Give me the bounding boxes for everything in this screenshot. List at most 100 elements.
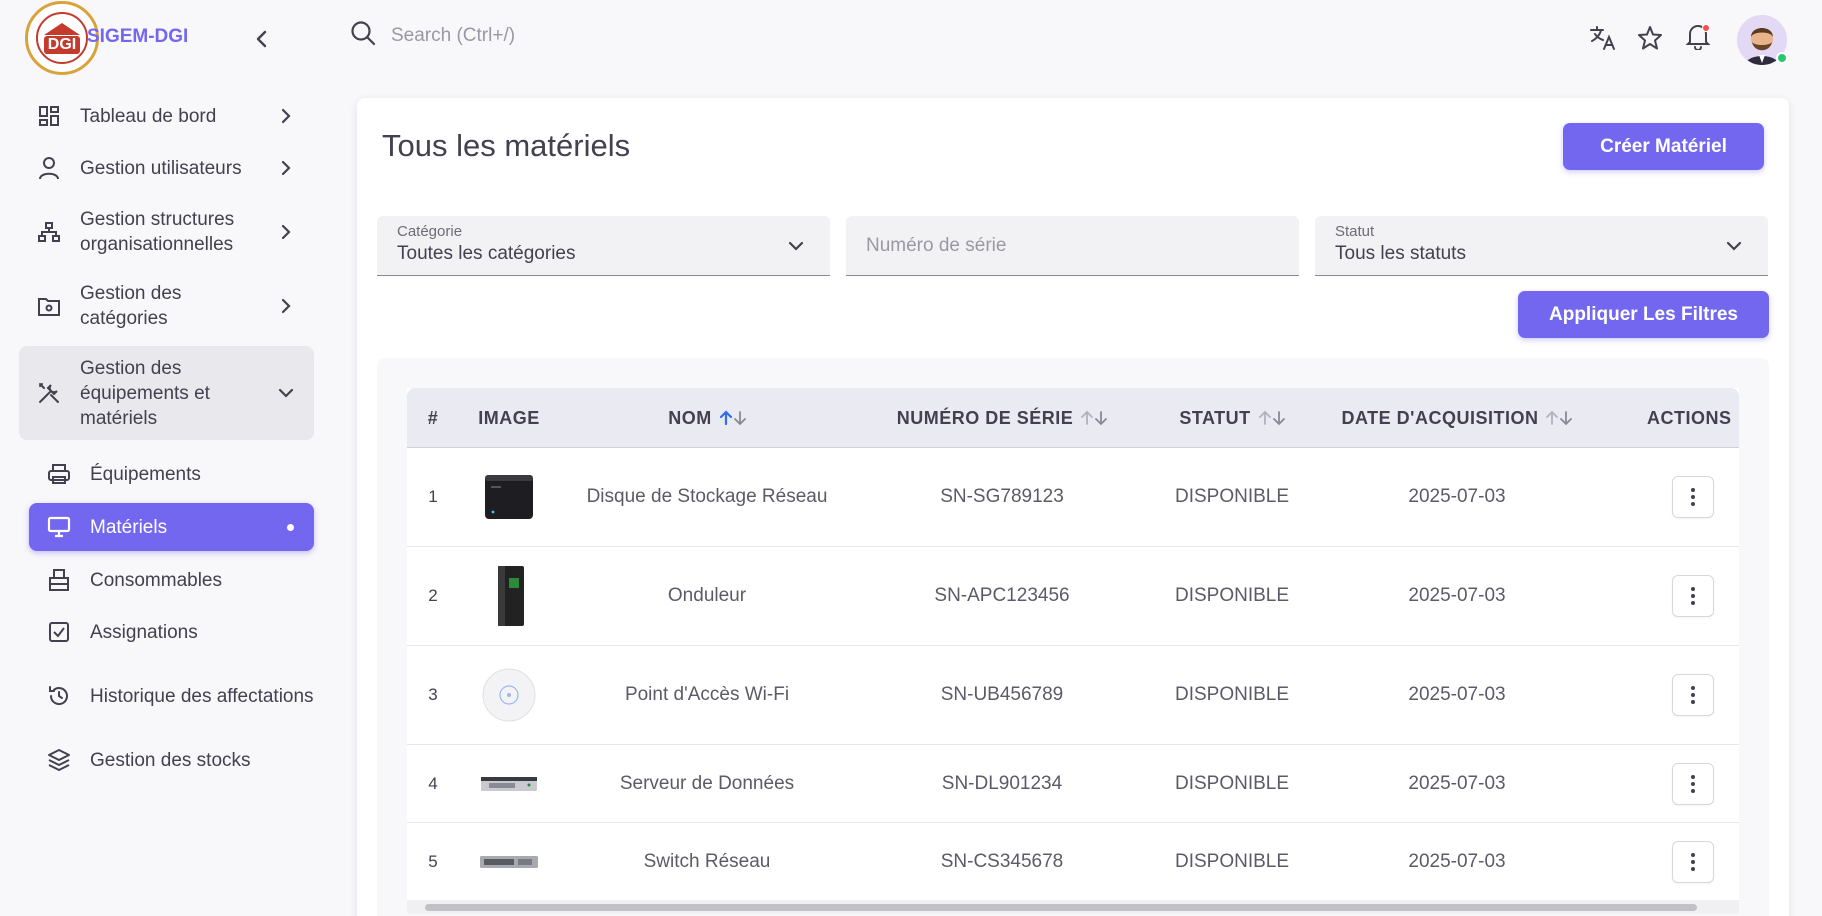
sidebar-item-label: Gestion des équipements et matériels — [80, 357, 210, 429]
acquisition-date: 2025-07-03 — [1408, 585, 1506, 606]
sort-asc-icon[interactable] — [1081, 410, 1094, 426]
more-vertical-icon — [1691, 587, 1695, 605]
status-text: DISPONIBLE — [1174, 684, 1290, 705]
sidebar-item-label: Gestion structures organisationnelles — [80, 209, 235, 255]
status-text: DISPONIBLE — [1174, 850, 1290, 872]
more-vertical-icon — [1691, 774, 1695, 793]
sort-controls[interactable] — [1258, 410, 1285, 426]
sidebar-item-equipment-materials[interactable]: Gestion des équipements et matériels — [19, 346, 314, 440]
scrollbar-thumb[interactable] — [425, 904, 1697, 911]
collapse-sidebar-button[interactable] — [251, 28, 273, 50]
bell-icon[interactable] — [1684, 22, 1712, 50]
serial-number-input[interactable]: Numéro de série — [846, 216, 1299, 276]
online-status-indicator — [1776, 52, 1788, 64]
page-title: Tous les matériels — [382, 128, 631, 163]
switch-image — [469, 823, 549, 900]
sidebar-subitem-label: Assignations — [90, 621, 198, 643]
serial-number-placeholder: Numéro de série — [866, 235, 1007, 256]
translate-icon[interactable] — [1589, 24, 1617, 52]
row-index: 5 — [428, 851, 438, 871]
horizontal-scrollbar[interactable] — [407, 900, 1739, 914]
material-name: Onduleur — [667, 585, 747, 606]
sidebar-subitem-historique[interactable]: Historique des affectations — [29, 669, 314, 723]
actions-cell — [1647, 547, 1739, 645]
sort-desc-icon[interactable] — [733, 410, 746, 426]
sort-desc-icon[interactable] — [1272, 410, 1285, 426]
more-vertical-icon — [1691, 686, 1695, 704]
sort-asc-icon[interactable] — [719, 410, 732, 426]
acquisition-date: 2025-07-03 — [1408, 486, 1506, 507]
row-actions-button[interactable] — [1672, 674, 1714, 716]
sort-controls[interactable] — [719, 410, 746, 426]
chevron-right-icon — [274, 156, 298, 180]
ups-image — [469, 547, 549, 645]
actions-cell — [1647, 448, 1739, 546]
sidebar-subitem-assignations[interactable]: Assignations — [29, 612, 314, 652]
access-point-image — [469, 646, 549, 744]
table-row: 3 Point d'Accès Wi-Fi SN-UB456789 DISPON… — [407, 646, 1739, 745]
sidebar-subitem-label: Matériels — [90, 516, 168, 538]
row-actions-button[interactable] — [1672, 476, 1714, 518]
sidebar-item-categories[interactable]: Gestion des catégories — [19, 279, 314, 333]
row-index: 1 — [428, 487, 438, 506]
status-select[interactable]: Statut Tous les statuts — [1315, 216, 1768, 276]
sidebar-item-label: Tableau de bord — [80, 105, 217, 127]
sidebar-item-dashboard[interactable]: Tableau de bord — [19, 96, 314, 136]
column-header-label: ACTIONS — [1647, 407, 1732, 428]
category-select-value: Toutes les catégories — [397, 243, 576, 264]
sort-controls[interactable] — [1546, 410, 1573, 426]
chevron-down-icon — [784, 234, 808, 258]
column-header-acquisition-date[interactable]: DATE D'ACQUISITION — [1327, 388, 1587, 448]
active-dot-icon — [287, 523, 294, 531]
more-vertical-icon — [1691, 488, 1695, 506]
sidebar-subitem-stocks[interactable]: Gestion des stocks — [29, 740, 314, 780]
sort-asc-icon[interactable] — [1546, 410, 1559, 426]
monitor-icon — [46, 514, 72, 540]
sort-asc-icon[interactable] — [1258, 410, 1271, 426]
dashboard-icon — [36, 103, 62, 129]
chevron-right-icon — [274, 104, 298, 128]
material-name: Disque de Stockage Réseau — [586, 486, 828, 507]
sidebar-item-org-structures[interactable]: Gestion structures organisationnelles — [19, 205, 314, 259]
sort-desc-icon[interactable] — [1560, 410, 1573, 426]
create-material-button[interactable]: Créer Matériel — [1563, 123, 1764, 170]
sidebar-subitem-consommables[interactable]: Consommables — [29, 560, 314, 600]
materials-table: # IMAGE NOM NUMÉRO DE SÉRIE STATUT DATE … — [407, 388, 1739, 908]
row-actions-button[interactable] — [1672, 575, 1714, 617]
column-header-serial[interactable]: NUMÉRO DE SÉRIE — [867, 388, 1137, 448]
server-image — [469, 745, 549, 822]
sort-controls[interactable] — [1081, 410, 1108, 426]
column-header-name[interactable]: NOM — [557, 388, 857, 448]
table-row: 2 Onduleur SN-APC123456 DISPONIBLE 2025-… — [407, 547, 1739, 646]
search-icon — [350, 20, 376, 51]
column-header-status[interactable]: STATUT — [1147, 388, 1317, 448]
sidebar-subitem-label: Historique des affectations — [90, 685, 314, 707]
sort-desc-icon[interactable] — [1095, 410, 1108, 426]
column-header-label: STATUT — [1179, 407, 1251, 428]
brand-name[interactable]: SIGEM-DGI — [87, 26, 188, 48]
logo-text: DGI — [43, 35, 81, 54]
search-bar[interactable]: Search (Ctrl+/) — [350, 20, 515, 51]
sidebar: DGI SIGEM-DGI Tableau de bord Gestion ut… — [0, 0, 328, 916]
apply-filters-button[interactable]: Appliquer Les Filtres — [1518, 291, 1769, 338]
column-header-label: NUMÉRO DE SÉRIE — [896, 407, 1074, 428]
column-header-index: # — [407, 388, 459, 448]
material-name: Point d'Accès Wi-Fi — [624, 684, 790, 705]
row-actions-button[interactable] — [1672, 840, 1714, 883]
sidebar-subitem-equipements[interactable]: Équipements — [29, 454, 314, 494]
star-icon[interactable] — [1636, 24, 1664, 52]
sidebar-item-users[interactable]: Gestion utilisateurs — [19, 148, 314, 188]
material-name: Serveur de Données — [619, 772, 795, 794]
material-name: Switch Réseau — [643, 850, 771, 872]
row-actions-button[interactable] — [1672, 762, 1714, 805]
sidebar-subitem-materiels[interactable]: Matériels — [29, 503, 314, 551]
serial-number: SN-CS345678 — [940, 850, 1064, 872]
table-container: # IMAGE NOM NUMÉRO DE SÉRIE STATUT DATE … — [377, 358, 1769, 916]
chevron-right-icon — [274, 220, 298, 244]
column-header-label: NOM — [668, 407, 712, 428]
search-placeholder: Search (Ctrl+/) — [391, 24, 516, 46]
sidebar-subitem-label: Gestion des stocks — [90, 749, 251, 771]
table-header: # IMAGE NOM NUMÉRO DE SÉRIE STATUT DATE … — [407, 388, 1739, 448]
category-select[interactable]: Catégorie Toutes les catégories — [377, 216, 830, 276]
checkbox-icon — [46, 619, 72, 645]
